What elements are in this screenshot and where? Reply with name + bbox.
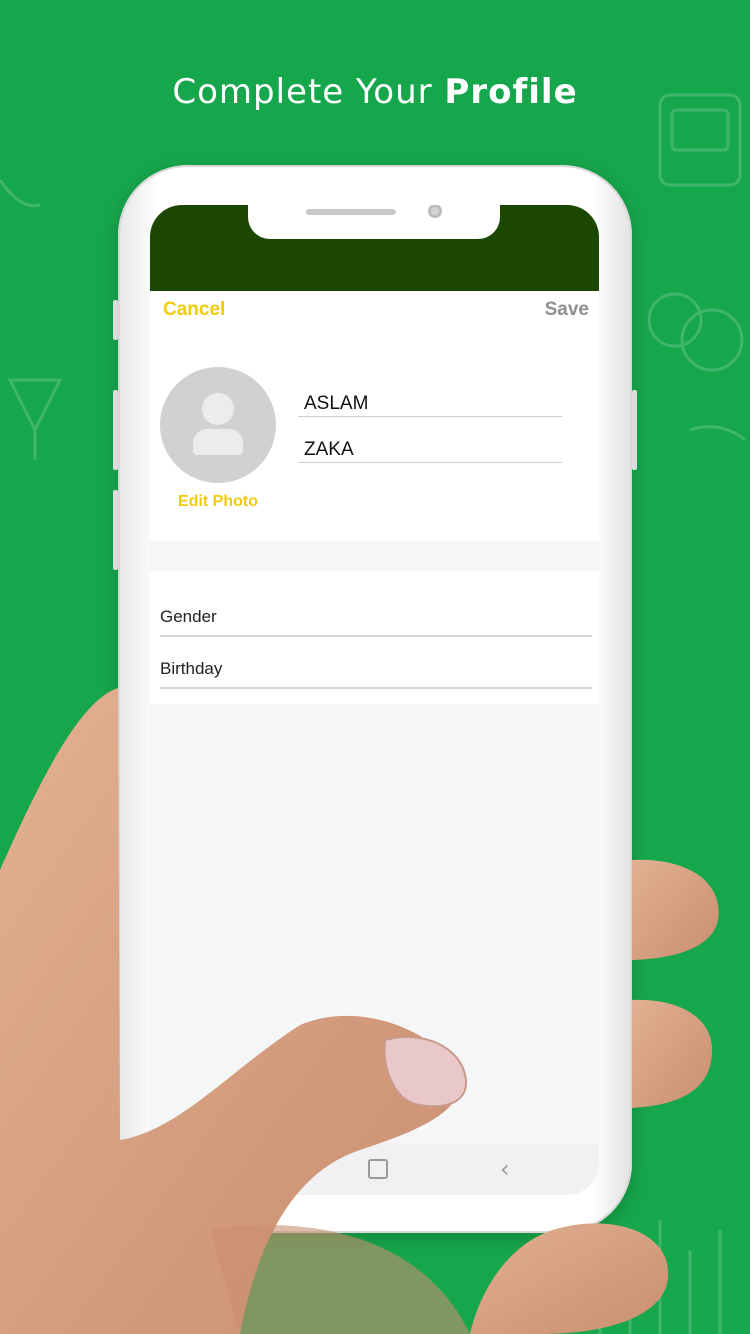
phone-screen: Cancel Save Edit Photo ASLAM ZAKA Gender…: [150, 205, 599, 1195]
top-nav-bar: Cancel Save: [150, 291, 599, 341]
first-name-field[interactable]: ASLAM: [298, 393, 562, 417]
birthday-field[interactable]: Birthday: [160, 659, 592, 689]
person-placeholder-body: [193, 429, 243, 455]
status-bar: [150, 205, 599, 291]
page-headline: Complete Your Profile: [0, 72, 750, 112]
phone-side-button: [113, 490, 118, 570]
gender-field[interactable]: Gender: [160, 607, 592, 637]
last-name-field[interactable]: ZAKA: [298, 439, 562, 463]
speaker-grille: [306, 209, 396, 215]
headline-text: Complete Your: [172, 72, 445, 112]
phone-side-button: [113, 390, 118, 470]
phone-side-button: [113, 300, 118, 340]
details-card: Gender Birthday: [150, 571, 599, 704]
android-nav-bar: ‹: [150, 1143, 599, 1195]
cancel-button[interactable]: Cancel: [163, 299, 225, 321]
edit-photo-button[interactable]: Edit Photo: [150, 493, 286, 511]
phone-notch: [248, 205, 500, 239]
profile-card: Edit Photo ASLAM ZAKA: [150, 341, 599, 541]
back-chevron-icon[interactable]: ‹: [500, 1155, 510, 1183]
home-icon[interactable]: [368, 1159, 388, 1179]
phone-side-button: [632, 390, 637, 470]
avatar[interactable]: [160, 367, 276, 483]
save-button[interactable]: Save: [545, 299, 589, 321]
front-camera: [428, 205, 442, 218]
headline-bold-text: Profile: [444, 72, 578, 112]
person-placeholder-icon: [202, 393, 234, 425]
